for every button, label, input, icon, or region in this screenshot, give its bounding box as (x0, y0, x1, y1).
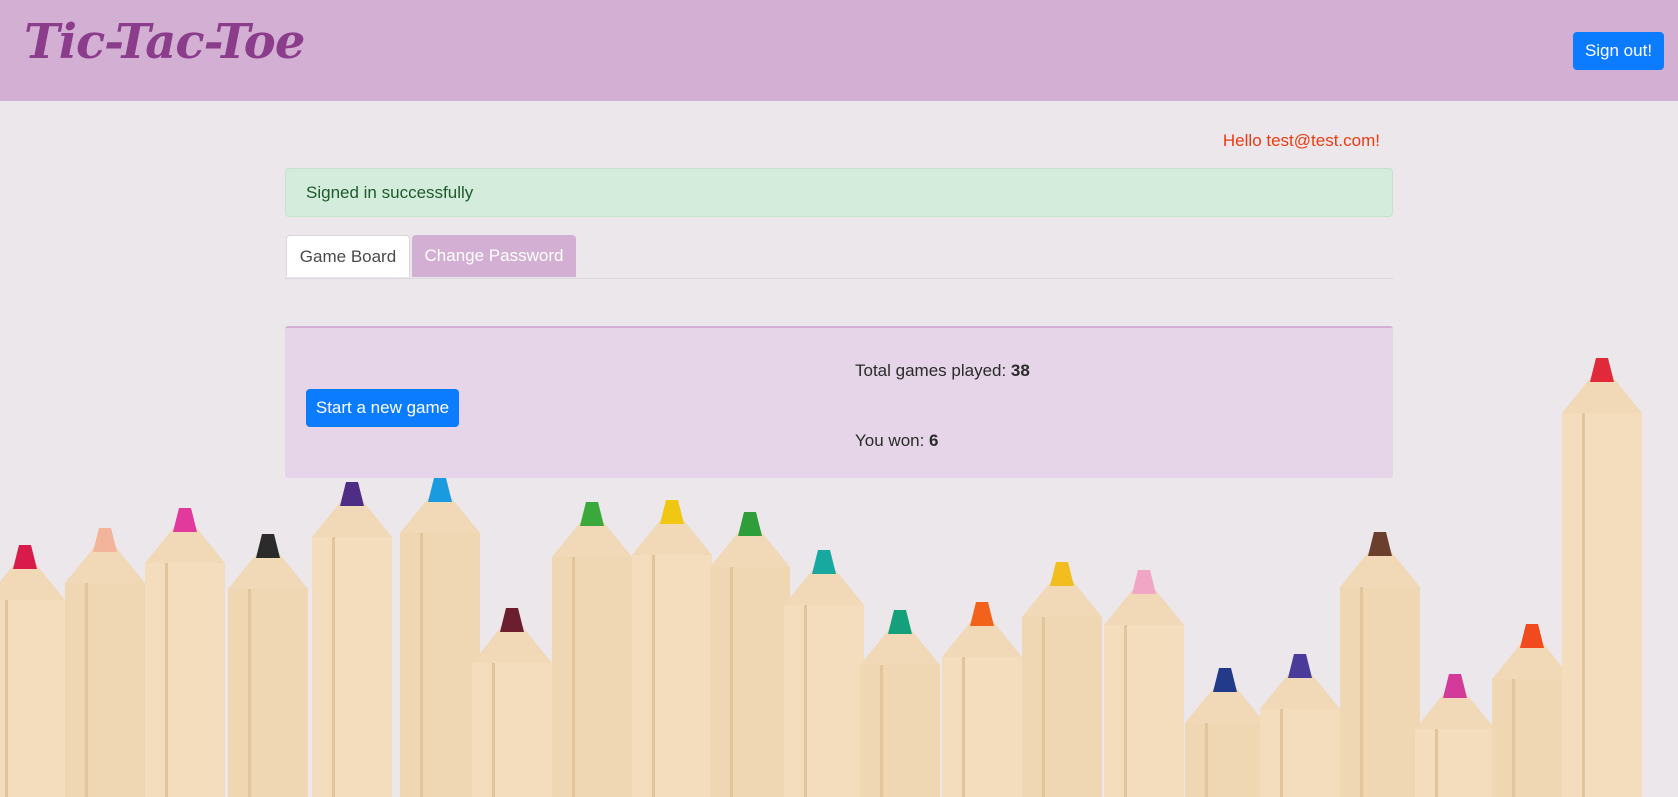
tab-bar: Game Board Change Password (285, 235, 1393, 279)
games-won-stat: You won: 6 (855, 431, 939, 451)
pencil-decoration (1185, 668, 1265, 797)
pencil-decoration (552, 502, 632, 797)
total-games-label: Total games played: (855, 361, 1011, 380)
pencil-decoration (228, 534, 308, 797)
pencil-decoration (312, 482, 392, 797)
pencil-decoration (472, 608, 552, 797)
total-games-stat: Total games played: 38 (855, 361, 1030, 381)
pencil-decoration (1562, 358, 1642, 797)
pencil-decoration (65, 528, 145, 797)
start-new-game-button[interactable]: Start a new game (306, 389, 459, 427)
pencil-decoration (784, 550, 864, 797)
tab-game-board[interactable]: Game Board (286, 235, 410, 277)
greeting-text: Hello test@test.com! (1222, 131, 1380, 150)
navbar: Tic-Tac-Toe Sign out! (0, 0, 1678, 101)
pencil-decoration (1415, 674, 1495, 797)
pencil-decoration (942, 602, 1022, 797)
total-games-value: 38 (1010, 361, 1030, 380)
game-panel: Start a new game Total games played: 38 … (285, 326, 1393, 478)
games-won-label: You won: (855, 431, 930, 450)
tab-change-password[interactable]: Change Password (412, 235, 576, 277)
success-alert: Signed in successfully (285, 168, 1393, 217)
pencil-decoration (710, 512, 790, 797)
pencil-decoration (1104, 570, 1184, 797)
pencil-decoration (1340, 532, 1420, 797)
sign-out-button[interactable]: Sign out! (1573, 32, 1664, 70)
pencil-decoration (1022, 562, 1102, 797)
pencil-decoration (400, 478, 480, 797)
pencil-decoration (1492, 624, 1572, 797)
pencil-decoration (1260, 654, 1340, 797)
pencil-decoration (145, 508, 225, 797)
games-won-value: 6 (929, 431, 939, 450)
pencil-decoration (632, 500, 712, 797)
brand-logo: Tic-Tac-Toe (24, 14, 305, 70)
pencil-decoration (860, 610, 940, 797)
pencil-decoration (0, 545, 65, 797)
